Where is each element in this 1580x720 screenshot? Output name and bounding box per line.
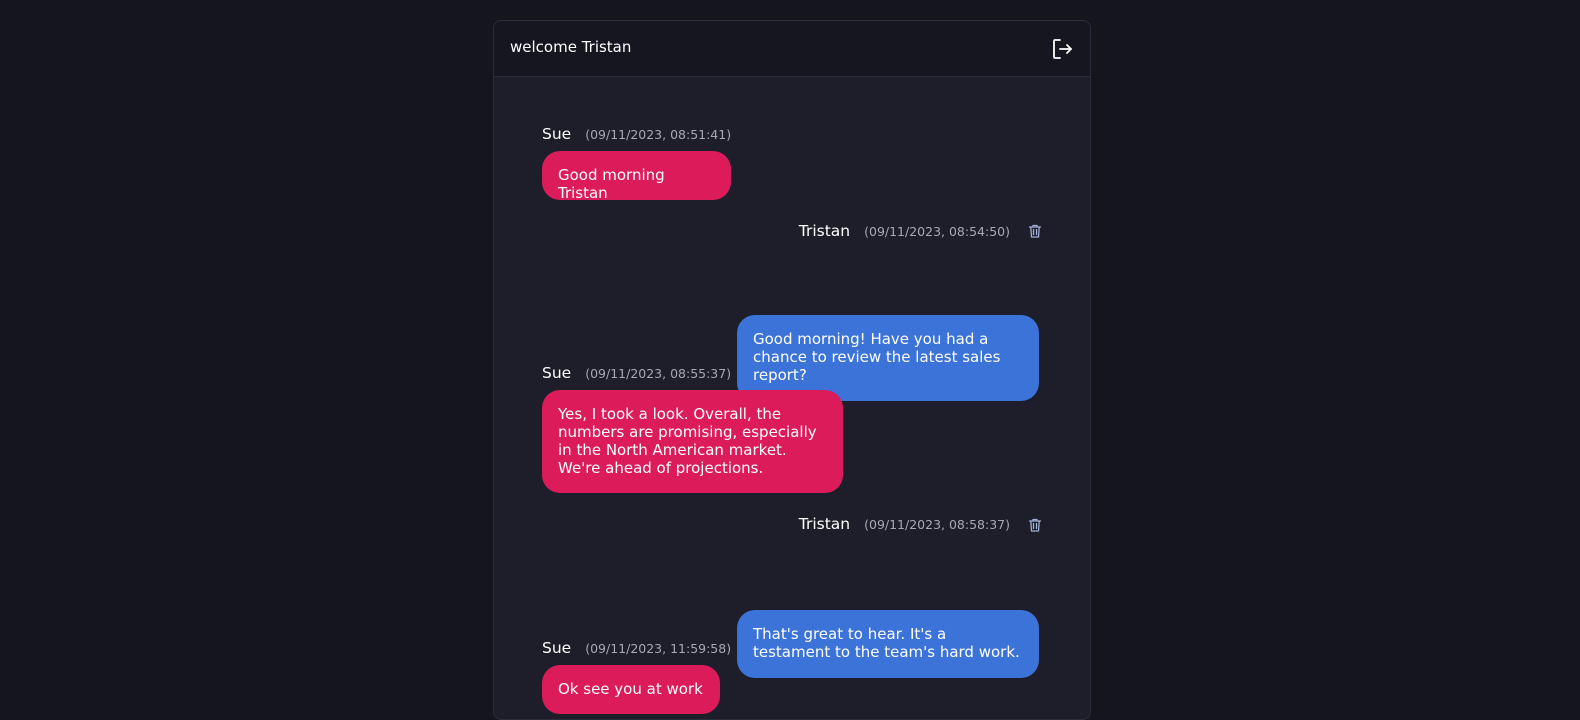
message-timestamp: (09/11/2023, 08:55:37) bbox=[585, 366, 732, 381]
message-list: Sue (09/11/2023, 08:51:41) Good morning … bbox=[494, 77, 1090, 717]
sender-name: Sue bbox=[542, 364, 572, 382]
trash-icon[interactable] bbox=[1027, 517, 1043, 533]
chat-window: welcome Tristan Sue (09/11/2023, 08:51:4… bbox=[493, 20, 1091, 720]
message-bubble: Good morning! Have you had a chance to r… bbox=[737, 315, 1039, 401]
message-meta: Tristan (09/11/2023, 08:58:37) bbox=[799, 515, 1010, 533]
message-bubble: Yes, I took a look. Overall, the numbers… bbox=[542, 390, 843, 493]
sender-name: Tristan bbox=[798, 515, 851, 533]
message-incoming: Sue (09/11/2023, 11:59:58) Ok see you at… bbox=[494, 77, 1090, 714]
sender-name: Tristan bbox=[798, 222, 851, 240]
message-meta: Sue (09/11/2023, 08:55:37) bbox=[542, 364, 731, 382]
message-meta: Tristan (09/11/2023, 08:54:50) bbox=[799, 222, 1010, 240]
sender-name: Sue bbox=[542, 125, 572, 143]
sender-name: Sue bbox=[542, 639, 572, 657]
trash-icon[interactable] bbox=[1027, 223, 1043, 239]
logout-icon[interactable] bbox=[1050, 37, 1074, 61]
message-incoming: Sue (09/11/2023, 08:51:41) Good morning … bbox=[494, 77, 1090, 207]
message-timestamp: (09/11/2023, 11:59:58) bbox=[585, 641, 732, 656]
message-timestamp: (09/11/2023, 08:51:41) bbox=[585, 127, 732, 142]
chat-header: welcome Tristan bbox=[494, 21, 1090, 77]
message-meta: Sue (09/11/2023, 08:51:41) bbox=[542, 125, 731, 143]
welcome-title: welcome Tristan bbox=[510, 38, 632, 56]
message-timestamp: (09/11/2023, 08:54:50) bbox=[864, 224, 1010, 239]
message-meta: Sue (09/11/2023, 11:59:58) bbox=[542, 639, 731, 657]
message-bubble: Ok see you at work bbox=[542, 665, 720, 714]
message-timestamp: (09/11/2023, 08:58:37) bbox=[864, 517, 1010, 532]
message-bubble: Good morning Tristan bbox=[542, 151, 731, 202]
message-bubble: That's great to hear. It's a testament t… bbox=[737, 610, 1039, 678]
